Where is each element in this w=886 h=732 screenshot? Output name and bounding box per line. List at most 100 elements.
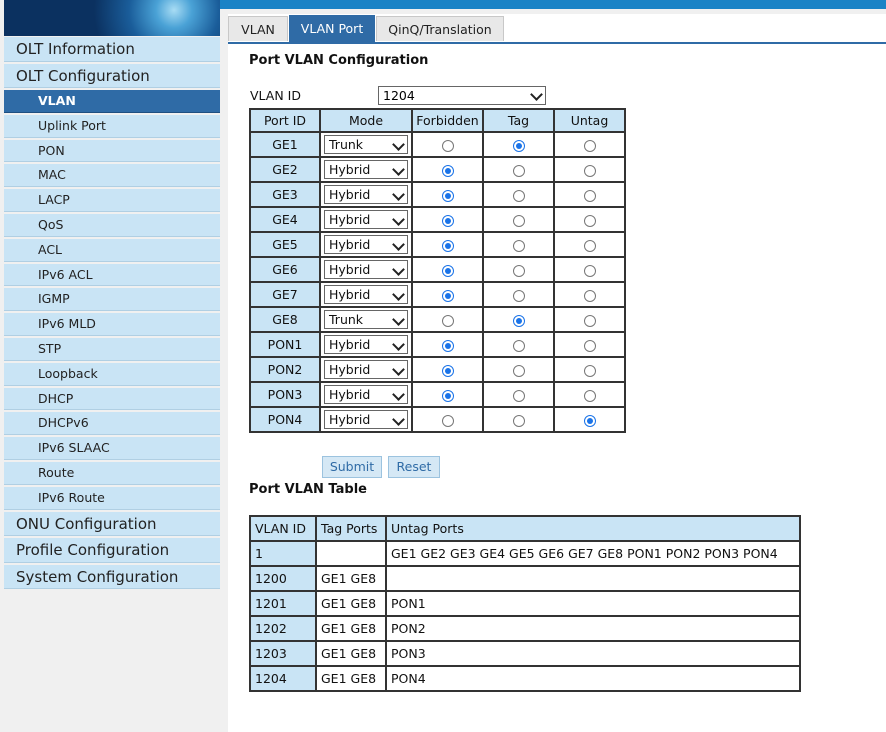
untag-radio[interactable]: [583, 314, 596, 327]
untag-radio[interactable]: [583, 289, 596, 302]
sidebar-subitem-acl[interactable]: ACL: [4, 238, 220, 262]
port-row: GE1 Trunk: [249, 131, 626, 158]
tag-radio[interactable]: [512, 164, 525, 177]
tag-radio[interactable]: [512, 364, 525, 377]
mode-select[interactable]: Trunk: [324, 310, 408, 329]
untag-radio[interactable]: [583, 239, 596, 252]
sidebar-subitem-mac[interactable]: MAC: [4, 164, 220, 188]
forbidden-radio[interactable]: [441, 139, 454, 152]
untag-radio[interactable]: [583, 214, 596, 227]
tag-radio[interactable]: [512, 264, 525, 277]
mode-select[interactable]: Hybrid: [324, 285, 408, 304]
sidebar-subitem-stp[interactable]: STP: [4, 337, 220, 361]
tag-radio[interactable]: [512, 289, 525, 302]
sidebar-subitem-ipv6-slaac[interactable]: IPv6 SLAAC: [4, 437, 220, 460]
forbidden-cell: [411, 381, 484, 408]
tag-ports-cell: GE1 GE8: [315, 565, 387, 592]
chevron-down-icon: [392, 388, 405, 401]
untag-radio[interactable]: [583, 264, 596, 277]
reset-button[interactable]: Reset: [388, 456, 440, 478]
port-row: GE4 Hybrid: [249, 206, 626, 233]
tag-cell: [482, 281, 555, 308]
tag-radio[interactable]: [512, 139, 525, 152]
untag-radio[interactable]: [583, 164, 596, 177]
sidebar-subitem-qos[interactable]: QoS: [4, 213, 220, 237]
sidebar-subitem-route[interactable]: Route: [4, 461, 220, 485]
sidebar-subitem-vlan[interactable]: VLAN: [4, 90, 220, 113]
untag-cell: [553, 231, 626, 258]
forbidden-radio[interactable]: [441, 389, 454, 402]
untag-radio[interactable]: [583, 364, 596, 377]
sidebar-item-onu-configuration[interactable]: ONU Configuration: [4, 511, 220, 537]
submit-button[interactable]: Submit: [322, 456, 382, 478]
sidebar-subitem-lacp[interactable]: LACP: [4, 189, 220, 212]
mode-select[interactable]: Hybrid: [324, 260, 408, 279]
tag-radio[interactable]: [512, 414, 525, 427]
sidebar-subitem-ipv6-route[interactable]: IPv6 Route: [4, 486, 220, 510]
vlan-id-cell: 1: [249, 540, 317, 567]
vlan-id-select[interactable]: 1204: [378, 86, 546, 105]
port-id-cell: GE7: [249, 281, 321, 308]
mode-select[interactable]: Hybrid: [324, 160, 408, 179]
tag-radio[interactable]: [512, 189, 525, 202]
tag-radio[interactable]: [512, 214, 525, 227]
vlan-id-label: VLAN ID: [250, 88, 301, 103]
untag-radio[interactable]: [583, 139, 596, 152]
untag-ports-cell: PON3: [385, 640, 801, 667]
forbidden-radio[interactable]: [441, 264, 454, 277]
untag-radio[interactable]: [583, 189, 596, 202]
sidebar-subitem-igmp[interactable]: IGMP: [4, 288, 220, 312]
forbidden-radio[interactable]: [441, 189, 454, 202]
tag-radio[interactable]: [512, 314, 525, 327]
mode-select[interactable]: Hybrid: [324, 235, 408, 254]
tab-vlan-port[interactable]: VLAN Port: [289, 15, 375, 42]
mode-cell: Trunk: [319, 131, 413, 158]
untag-ports-cell: GE1 GE2 GE3 GE4 GE5 GE6 GE7 GE8 PON1 PON…: [385, 540, 801, 567]
mode-select[interactable]: Trunk: [324, 135, 408, 154]
tag-cell: [482, 406, 555, 433]
forbidden-radio[interactable]: [441, 364, 454, 377]
sidebar-item-olt-information[interactable]: OLT Information: [4, 37, 220, 62]
sidebar-item-profile-configuration[interactable]: Profile Configuration: [4, 538, 220, 563]
tag-radio[interactable]: [512, 389, 525, 402]
header-banner-image: [4, 0, 220, 36]
sidebar-item-system-configuration[interactable]: System Configuration: [4, 564, 220, 590]
untag-cell: [553, 256, 626, 283]
sidebar-item-olt-configuration[interactable]: OLT Configuration: [4, 63, 220, 88]
sidebar-subitem-dhcpv6[interactable]: DHCPv6: [4, 412, 220, 436]
mode-value: Hybrid: [329, 162, 371, 177]
mode-select[interactable]: Hybrid: [324, 335, 408, 354]
mode-select[interactable]: Hybrid: [324, 360, 408, 379]
port-row: GE7 Hybrid: [249, 281, 626, 308]
mode-select[interactable]: Hybrid: [324, 210, 408, 229]
untag-radio[interactable]: [583, 414, 596, 427]
tag-radio[interactable]: [512, 339, 525, 352]
mode-cell: Hybrid: [319, 381, 413, 408]
mode-select[interactable]: Hybrid: [324, 385, 408, 404]
forbidden-radio[interactable]: [441, 164, 454, 177]
mode-select[interactable]: Hybrid: [324, 185, 408, 204]
sidebar-subitem-dhcp[interactable]: DHCP: [4, 387, 220, 411]
tag-radio[interactable]: [512, 239, 525, 252]
forbidden-cell: [411, 331, 484, 358]
forbidden-radio[interactable]: [441, 214, 454, 227]
forbidden-radio[interactable]: [441, 314, 454, 327]
tab-qinq-translation[interactable]: QinQ/Translation: [376, 16, 504, 41]
untag-radio[interactable]: [583, 389, 596, 402]
sidebar-subitem-loopback[interactable]: Loopback: [4, 362, 220, 386]
forbidden-radio[interactable]: [441, 239, 454, 252]
sidebar-subitem-ipv6-acl[interactable]: IPv6 ACL: [4, 263, 220, 287]
port-row: GE3 Hybrid: [249, 181, 626, 208]
forbidden-radio[interactable]: [441, 414, 454, 427]
forbidden-radio[interactable]: [441, 289, 454, 302]
chevron-down-icon: [392, 338, 405, 351]
sidebar-subitem-uplink-port[interactable]: Uplink Port: [4, 114, 220, 138]
untag-radio[interactable]: [583, 339, 596, 352]
forbidden-radio[interactable]: [441, 339, 454, 352]
sidebar-subitem-ipv6-mld[interactable]: IPv6 MLD: [4, 313, 220, 336]
mode-select[interactable]: Hybrid: [324, 410, 408, 429]
content-area: Port VLAN Configuration VLAN ID 1204 Por…: [228, 42, 886, 732]
sidebar-subitem-pon[interactable]: PON: [4, 139, 220, 163]
tag-ports-cell: GE1 GE8: [315, 590, 387, 617]
tab-vlan[interactable]: VLAN: [228, 16, 288, 41]
